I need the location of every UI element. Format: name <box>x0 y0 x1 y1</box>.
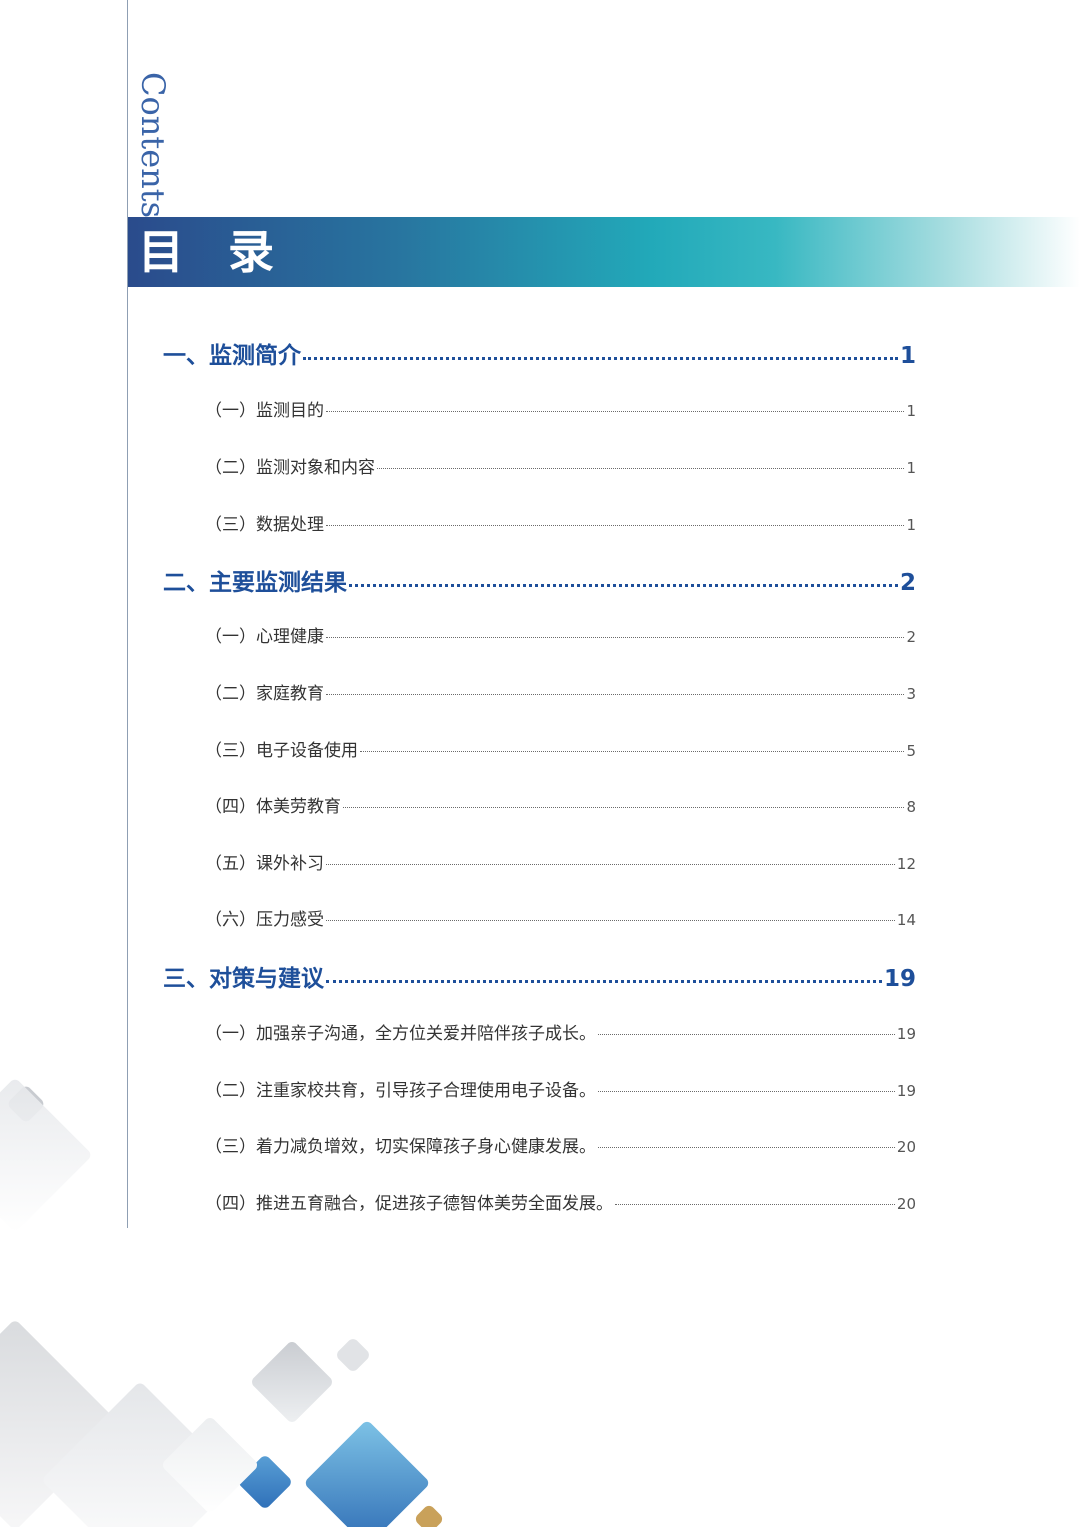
toc-entry-title: （四）体美劳教育 <box>205 797 341 817</box>
left-rule <box>127 0 128 1228</box>
toc-section-entry[interactable]: 一、监测简介 1 <box>163 336 916 370</box>
toc-subsection-entry[interactable]: （二）家庭教育 3 <box>205 679 916 704</box>
toc-entry-title: （三）着力减负增效，切实保障孩子身心健康发展。 <box>205 1137 596 1157</box>
dot-leader <box>326 525 905 526</box>
toc-page-number: 1 <box>906 459 916 477</box>
dot-leader <box>349 584 898 587</box>
toc-page-number: 20 <box>896 1195 916 1213</box>
toc-entry-title: （三）电子设备使用 <box>205 741 358 761</box>
dot-leader <box>326 920 895 921</box>
dot-leader <box>326 864 895 865</box>
toc-page-number: 1 <box>899 343 916 369</box>
toc-subsection-entry[interactable]: （五）课外补习 12 <box>205 849 916 874</box>
toc-page-number: 19 <box>896 1025 916 1043</box>
toc-entry-title: （六）压力感受 <box>205 910 324 930</box>
toc-subsection-entry[interactable]: （四）体美劳教育 8 <box>205 792 916 817</box>
toc-subsection-entry[interactable]: （六）压力感受 14 <box>205 905 916 930</box>
dot-leader <box>598 1147 895 1148</box>
dot-leader <box>343 807 905 808</box>
toc-page: Contents 目录 一、监测简介 1 （一）监测目的 1 （二）监测对象和内容 1 （三… <box>0 0 1080 1527</box>
toc-page-number: 8 <box>906 798 916 816</box>
toc-subsection-entry[interactable]: （四）推进五育融合，促进孩子德智体美劳全面发展。 20 <box>205 1189 916 1214</box>
toc-entry-title: （二）注重家校共育，引导孩子合理使用电子设备。 <box>205 1081 596 1101</box>
toc-subsection-entry[interactable]: （一）监测目的 1 <box>205 396 916 421</box>
toc-entry-title: （一）监测目的 <box>205 401 324 421</box>
diamond-shape <box>249 1339 335 1425</box>
toc-entry-title: 二、主要监测结果 <box>163 570 347 596</box>
toc-page-number: 12 <box>896 855 916 873</box>
diamond-shape <box>303 1419 431 1527</box>
dot-leader <box>326 694 905 695</box>
dot-leader <box>303 357 898 360</box>
diamond-shape <box>334 1336 372 1374</box>
diamond-shape <box>0 1077 93 1233</box>
toc-section-entry[interactable]: 三、对策与建议 19 <box>163 959 916 993</box>
toc-page-number: 3 <box>906 685 916 703</box>
toc-entry-title: （二）家庭教育 <box>205 684 324 704</box>
toc-page-number: 1 <box>906 516 916 534</box>
decorative-diamonds-bottom <box>0 1300 480 1527</box>
dot-leader <box>326 637 905 638</box>
diamond-shape <box>413 1503 445 1527</box>
toc-section-entry[interactable]: 二、主要监测结果 2 <box>163 563 916 597</box>
dot-leader <box>360 751 905 752</box>
toc-entry-title: （四）推进五育融合，促进孩子德智体美劳全面发展。 <box>205 1194 613 1214</box>
toc-subsection-entry[interactable]: （二）监测对象和内容 1 <box>205 453 916 478</box>
page-title: 目录 <box>138 225 318 279</box>
toc-entry-title: （一）加强亲子沟通，全方位关爱并陪伴孩子成长。 <box>205 1024 596 1044</box>
toc-entry-title: 一、监测简介 <box>163 343 301 369</box>
decorative-diamonds-left <box>0 1060 130 1233</box>
dot-leader <box>377 468 905 469</box>
toc-entry-title: 三、对策与建议 <box>163 966 324 992</box>
dot-leader <box>598 1034 895 1035</box>
toc-page-number: 20 <box>896 1138 916 1156</box>
toc-entry-title: （三）数据处理 <box>205 515 324 535</box>
toc-page-number: 14 <box>896 911 916 929</box>
toc-subsection-entry[interactable]: （一）加强亲子沟通，全方位关爱并陪伴孩子成长。 19 <box>205 1019 916 1044</box>
toc-subsection-entry[interactable]: （三）数据处理 1 <box>205 510 916 535</box>
toc-subsection-entry[interactable]: （三）电子设备使用 5 <box>205 736 916 761</box>
toc-subsection-entry[interactable]: （三）着力减负增效，切实保障孩子身心健康发展。 20 <box>205 1132 916 1157</box>
dot-leader <box>598 1091 895 1092</box>
toc-page-number: 19 <box>896 1082 916 1100</box>
toc-subsection-entry[interactable]: （一）心理健康 2 <box>205 622 916 647</box>
toc-page-number: 2 <box>899 570 916 596</box>
toc-page-number: 1 <box>906 402 916 420</box>
toc-subsection-entry[interactable]: （二）注重家校共育，引导孩子合理使用电子设备。 19 <box>205 1076 916 1101</box>
toc-entry-title: （一）心理健康 <box>205 627 324 647</box>
dot-leader <box>326 980 882 983</box>
toc-entry-title: （五）课外补习 <box>205 854 324 874</box>
contents-side-label: Contents <box>134 72 172 219</box>
dot-leader <box>326 411 905 412</box>
toc-page-number: 2 <box>906 628 916 646</box>
toc-entry-title: （二）监测对象和内容 <box>205 458 375 478</box>
toc-page-number: 19 <box>883 966 916 992</box>
dot-leader <box>615 1204 895 1205</box>
toc-page-number: 5 <box>906 742 916 760</box>
